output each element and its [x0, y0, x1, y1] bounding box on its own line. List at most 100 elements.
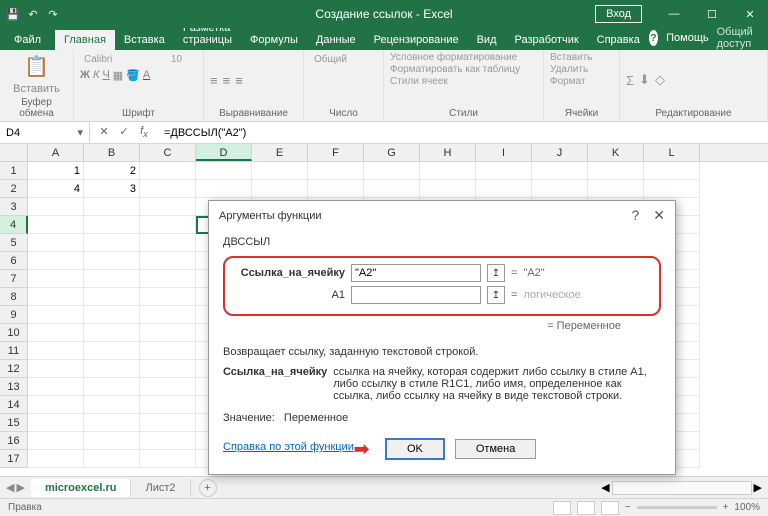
cell-A7[interactable] [28, 270, 84, 288]
cell-D1[interactable] [196, 162, 252, 180]
cell-I2[interactable] [476, 180, 532, 198]
cell-J1[interactable] [532, 162, 588, 180]
tab-review[interactable]: Рецензирование [365, 30, 468, 50]
align-left-icon[interactable]: ≡ [210, 73, 218, 88]
horizontal-scrollbar[interactable] [612, 481, 752, 495]
row-header-2[interactable]: 2 [0, 180, 28, 198]
cell-A3[interactable] [28, 198, 84, 216]
cell-C12[interactable] [140, 360, 196, 378]
cell-C8[interactable] [140, 288, 196, 306]
row-header-11[interactable]: 11 [0, 342, 28, 360]
row-header-1[interactable]: 1 [0, 162, 28, 180]
row-header-4[interactable]: 4 [0, 216, 28, 234]
cancel-button[interactable]: Отмена [455, 439, 536, 459]
format-table[interactable]: Форматировать как таблицу [390, 64, 520, 75]
cell-C14[interactable] [140, 396, 196, 414]
cell-A10[interactable] [28, 324, 84, 342]
row-header-14[interactable]: 14 [0, 396, 28, 414]
cell-C1[interactable] [140, 162, 196, 180]
cell-styles[interactable]: Стили ячеек [390, 76, 448, 87]
insert-cells[interactable]: Вставить [550, 52, 592, 63]
fill-icon[interactable]: 🪣 [126, 69, 140, 82]
row-header-15[interactable]: 15 [0, 414, 28, 432]
cell-A12[interactable] [28, 360, 84, 378]
cell-L1[interactable] [644, 162, 700, 180]
row-header-6[interactable]: 6 [0, 252, 28, 270]
tab-data[interactable]: Данные [307, 30, 365, 50]
format-cells[interactable]: Формат [550, 76, 586, 87]
border-icon[interactable]: ▦ [113, 69, 123, 82]
cell-B9[interactable] [84, 306, 140, 324]
cell-B7[interactable] [84, 270, 140, 288]
cell-A2[interactable]: 4 [28, 180, 84, 198]
font-family[interactable]: Calibri [80, 52, 165, 67]
row-header-10[interactable]: 10 [0, 324, 28, 342]
arg2-input[interactable] [351, 286, 481, 304]
dialog-help-icon[interactable]: ? [631, 207, 639, 224]
col-header-H[interactable]: H [420, 144, 476, 161]
chevron-down-icon[interactable]: ▾ [77, 126, 83, 139]
col-header-L[interactable]: L [644, 144, 700, 161]
scroll-left-icon[interactable]: ◀ [601, 481, 609, 494]
cell-K2[interactable] [588, 180, 644, 198]
tab-help[interactable]: Справка [588, 30, 649, 50]
cell-J2[interactable] [532, 180, 588, 198]
cell-C17[interactable] [140, 450, 196, 468]
cell-B4[interactable] [84, 216, 140, 234]
formula-input[interactable]: =ДВССЫЛ("A2") [158, 127, 768, 139]
cell-C3[interactable] [140, 198, 196, 216]
tab-view[interactable]: Вид [468, 30, 506, 50]
cell-B15[interactable] [84, 414, 140, 432]
cell-B10[interactable] [84, 324, 140, 342]
cell-C15[interactable] [140, 414, 196, 432]
cell-B3[interactable] [84, 198, 140, 216]
redo-icon[interactable]: ↷ [46, 7, 60, 21]
cell-A17[interactable] [28, 450, 84, 468]
cell-C9[interactable] [140, 306, 196, 324]
cell-B14[interactable] [84, 396, 140, 414]
cell-A9[interactable] [28, 306, 84, 324]
tab-developer[interactable]: Разработчик [506, 30, 588, 50]
cell-A16[interactable] [28, 432, 84, 450]
accept-formula-icon[interactable]: ✓ [116, 125, 132, 139]
fx-icon[interactable]: fx [136, 125, 152, 139]
sheet-tab-1[interactable]: microexcel.ru [31, 479, 132, 497]
cell-A14[interactable] [28, 396, 84, 414]
row-header-7[interactable]: 7 [0, 270, 28, 288]
cell-B11[interactable] [84, 342, 140, 360]
cell-C4[interactable] [140, 216, 196, 234]
cell-C10[interactable] [140, 324, 196, 342]
align-right-icon[interactable]: ≡ [235, 73, 243, 88]
number-format[interactable]: Общий [310, 52, 377, 67]
save-icon[interactable]: 💾 [6, 7, 20, 21]
collapse-dialog-icon-2[interactable]: ↥ [487, 286, 505, 304]
row-header-17[interactable]: 17 [0, 450, 28, 468]
zoom-slider[interactable] [637, 506, 717, 509]
cell-L2[interactable] [644, 180, 700, 198]
cell-F1[interactable] [308, 162, 364, 180]
cell-G1[interactable] [364, 162, 420, 180]
cell-A8[interactable] [28, 288, 84, 306]
row-header-5[interactable]: 5 [0, 234, 28, 252]
cell-B13[interactable] [84, 378, 140, 396]
arg1-input[interactable] [351, 264, 481, 282]
cell-B17[interactable] [84, 450, 140, 468]
row-header-3[interactable]: 3 [0, 198, 28, 216]
share-button[interactable]: Общий доступ [717, 26, 760, 50]
col-header-I[interactable]: I [476, 144, 532, 161]
tell-me[interactable]: Помощь [666, 32, 709, 44]
cell-H2[interactable] [420, 180, 476, 198]
view-layout-icon[interactable] [577, 501, 595, 515]
fontcolor-icon[interactable]: A [143, 69, 150, 82]
cell-C5[interactable] [140, 234, 196, 252]
view-break-icon[interactable] [601, 501, 619, 515]
maximize-icon[interactable]: ☐ [694, 0, 730, 28]
cell-E2[interactable] [252, 180, 308, 198]
cell-B5[interactable] [84, 234, 140, 252]
zoom-in-icon[interactable]: + [723, 502, 729, 513]
clear-icon[interactable]: ◇ [655, 72, 665, 88]
minimize-icon[interactable]: — [656, 0, 692, 28]
select-all-corner[interactable] [0, 144, 28, 161]
col-header-K[interactable]: K [588, 144, 644, 161]
ok-button[interactable]: OK [385, 438, 445, 460]
